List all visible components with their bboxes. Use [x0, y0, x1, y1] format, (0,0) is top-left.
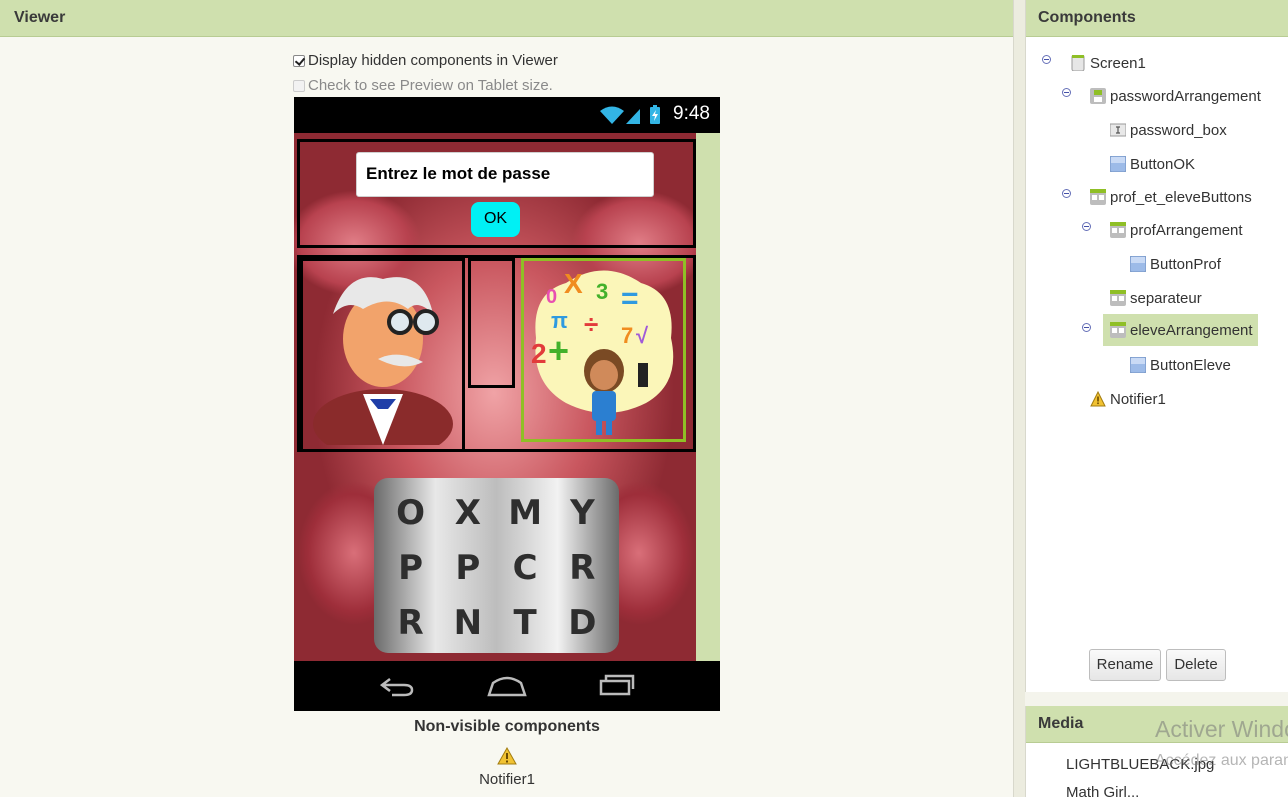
button-icon [1130, 256, 1146, 272]
ok-button[interactable]: OK [471, 202, 520, 237]
collapse-toggle-passwordarrangement[interactable] [1062, 88, 1071, 97]
horizontal-arrangement-icon [1110, 322, 1126, 338]
rename-button[interactable]: Rename [1089, 649, 1161, 681]
display-hidden-row[interactable]: Display hidden components in Viewer [293, 52, 558, 69]
collapse-toggle-profarrangement[interactable] [1082, 222, 1091, 231]
phone-preview: 9:48 Entrez le mot de passe OK 0 X 3 = π… [294, 97, 720, 711]
tree-item-password-box[interactable]: password_box [1110, 117, 1227, 143]
display-hidden-label[interactable]: Display hidden components in Viewer [308, 52, 558, 69]
svg-text:2: 2 [531, 338, 547, 369]
password-box[interactable]: Entrez le mot de passe [356, 152, 654, 197]
tree-item-buttoneleve[interactable]: ButtonEleve [1130, 352, 1231, 378]
calculator [638, 363, 648, 387]
tree-item-notifier1[interactable]: Notifier1 [1090, 386, 1166, 412]
warning-icon[interactable] [497, 747, 517, 765]
svg-text:÷: ÷ [584, 309, 598, 339]
svg-text:7: 7 [621, 323, 633, 348]
components-title: Components [1026, 0, 1288, 37]
svg-text:3: 3 [596, 279, 608, 304]
textbox-icon [1110, 123, 1126, 137]
wifi-icon [600, 106, 624, 124]
svg-text:+: + [548, 330, 569, 371]
tree-item-screen1[interactable]: Screen1 [1070, 50, 1146, 76]
tablet-preview-label[interactable]: Check to see Preview on Tablet size. [308, 77, 553, 94]
student-face [590, 360, 618, 390]
home-icon[interactable] [487, 675, 527, 697]
status-time: 9:48 [673, 103, 710, 124]
collapse-toggle-screen1[interactable] [1042, 55, 1051, 64]
windows-activation-watermark-sub: Accédez aux paramètres [1155, 752, 1288, 769]
tree-item-elevearrangement-selected[interactable]: eleveArrangement [1103, 314, 1258, 346]
button-icon [1130, 357, 1146, 373]
cell-signal-icon [626, 109, 640, 124]
svg-text:√: √ [636, 323, 649, 348]
tablet-preview-checkbox[interactable] [293, 79, 305, 92]
media-item[interactable]: Math Girl... [1066, 784, 1139, 797]
status-bar: 9:48 [294, 97, 720, 133]
tree-item-prof-et-elevebuttons[interactable]: prof_et_eleveButtons [1090, 184, 1252, 210]
back-icon[interactable] [380, 675, 414, 697]
horizontal-arrangement-icon [1090, 189, 1106, 205]
android-nav-bar [294, 661, 720, 711]
tablet-preview-row[interactable]: Check to see Preview on Tablet size. [293, 77, 553, 94]
tree-item-separateur[interactable]: separateur [1110, 285, 1202, 311]
screen-icon [1071, 55, 1085, 71]
vertical-arrangement-icon [1090, 88, 1106, 104]
student-body [592, 391, 616, 421]
button-icon [1110, 156, 1126, 172]
windows-activation-watermark: Activer Windows [1155, 716, 1288, 742]
svg-text:X: X [564, 268, 583, 299]
separateur-arrangement[interactable] [468, 258, 515, 388]
professor-button[interactable] [308, 264, 458, 445]
cryptex-lock-image: OPR XPN MCT YRD [374, 478, 619, 653]
tree-item-passwordarrangement[interactable]: passwordArrangement [1090, 83, 1261, 109]
tree-item-buttonok[interactable]: ButtonOK [1110, 151, 1195, 177]
student-button[interactable]: 0 X 3 = π ÷ 7 √ 2 + [526, 263, 682, 439]
recents-icon[interactable] [599, 673, 635, 697]
viewer-title: Viewer [0, 0, 1013, 37]
horizontal-arrangement-icon [1110, 222, 1126, 238]
signal-battery-icons [600, 105, 660, 124]
screen-scroll-strip [696, 133, 720, 661]
battery-icon [650, 105, 660, 124]
tree-item-profarrangement[interactable]: profArrangement [1110, 217, 1243, 243]
svg-text:=: = [621, 282, 639, 315]
viewer-panel: Viewer Display hidden components in View… [0, 0, 1014, 797]
collapse-toggle-elevearrangement[interactable] [1082, 323, 1091, 332]
panel-gutter [1014, 0, 1025, 797]
non-visible-components-title: Non-visible components [414, 718, 600, 735]
collapse-toggle-prof-et-elevebuttons[interactable] [1062, 189, 1071, 198]
non-visible-notifier1[interactable]: Notifier1 [294, 771, 720, 788]
warning-icon [1090, 391, 1106, 407]
display-hidden-checkbox[interactable] [293, 54, 305, 67]
tree-item-buttonprof[interactable]: ButtonProf [1130, 251, 1221, 277]
delete-button[interactable]: Delete [1166, 649, 1226, 681]
horizontal-arrangement-icon [1110, 290, 1126, 306]
phone-screen: Entrez le mot de passe OK 0 X 3 = π ÷ 7 … [294, 133, 720, 661]
svg-text:0: 0 [546, 286, 557, 308]
